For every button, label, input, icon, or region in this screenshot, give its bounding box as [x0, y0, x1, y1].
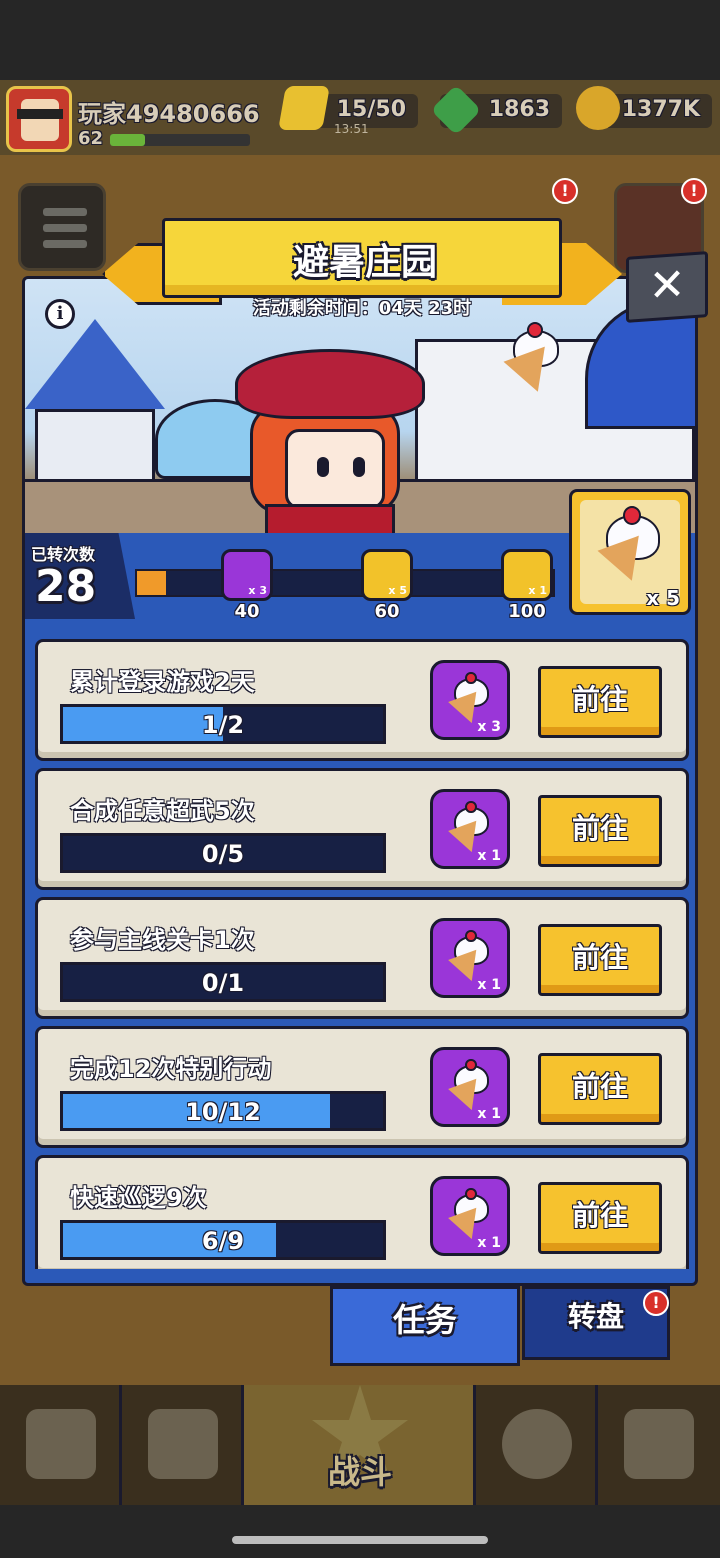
event-title: 避暑庄园	[292, 242, 437, 283]
task-go-button[interactable]: 前往	[538, 924, 662, 996]
lightning-icon	[278, 86, 330, 130]
player-name: 玩家49480666	[78, 100, 260, 128]
nav-battle[interactable]: 战斗	[244, 1385, 476, 1505]
nav-evolve[interactable]	[598, 1385, 720, 1505]
home-indicator	[232, 1536, 488, 1544]
ice-cream-currency-display[interactable]: x 5	[569, 489, 691, 615]
task-title: 快速巡逻9次	[70, 1184, 207, 1212]
task-reward[interactable]: x 1	[430, 918, 510, 998]
task-progress-bar: 6/9	[60, 1220, 386, 1260]
gem-value: 1863	[488, 97, 550, 122]
event-time-left: 活动剩余时间：04天 23时	[252, 298, 472, 319]
dna-icon	[624, 1409, 694, 1479]
gold-value: 1377K	[621, 97, 700, 122]
task-reward[interactable]: x 3	[430, 660, 510, 740]
task-card: 参与主线关卡1次 0/1 x 1 前往	[35, 897, 689, 1019]
task-card: 累计登录游戏2天 1/2 x 3 前往	[35, 639, 689, 761]
milestone-reward-key[interactable]: x 3	[221, 549, 273, 601]
task-progress-text: 0/1	[201, 969, 245, 997]
event-title-banner: 避暑庄园 活动剩余时间：04天 23时	[102, 218, 622, 328]
milestone-value: 100	[508, 601, 546, 622]
ice-cream-icon	[495, 319, 575, 399]
task-card: 合成任意超武5次 0/5 x 1 前往	[35, 768, 689, 890]
task-reward[interactable]: x 1	[430, 789, 510, 869]
task-card: 完成12次特别行动 10/12 x 1 前往	[35, 1026, 689, 1148]
milestone-reward-chest[interactable]: x 1	[501, 549, 553, 601]
energy-value: 15/50	[336, 97, 406, 122]
globe-icon	[502, 1409, 572, 1479]
task-reward[interactable]: x 1	[430, 1176, 510, 1256]
task-progress-bar: 0/1	[60, 962, 386, 1002]
ice-cream-icon	[586, 502, 678, 598]
spin-count-panel: 已转次数 28	[25, 533, 135, 619]
menu-button[interactable]	[18, 183, 106, 271]
milestone-progress-bar	[135, 569, 555, 597]
nav-shop[interactable]	[0, 1385, 122, 1505]
task-reward-count: x 1	[477, 977, 501, 993]
coin-icon	[576, 86, 620, 130]
energy-timer: 13:51	[334, 122, 369, 136]
nav-talents[interactable]	[476, 1385, 598, 1505]
gold-counter[interactable]: 1377K	[576, 86, 712, 130]
shop-icon	[26, 1409, 96, 1479]
ice-cream-count: x 5	[646, 586, 680, 610]
gem-counter[interactable]: 1863	[430, 84, 562, 136]
task-title: 合成任意超武5次	[70, 797, 255, 825]
notification-badge: !	[681, 178, 707, 204]
task-go-button[interactable]: 前往	[538, 666, 662, 738]
task-progress-text: 6/9	[201, 1227, 245, 1255]
tab-tasks[interactable]: 任务	[330, 1286, 520, 1366]
task-progress-bar: 10/12	[60, 1091, 386, 1131]
player-level: 62	[78, 128, 104, 149]
task-list[interactable]: 累计登录游戏2天 1/2 x 3 前往 合成任意超武5次 0/5 x 1 前往 …	[35, 639, 689, 1269]
task-reward-count: x 1	[477, 848, 501, 864]
task-reward-count: x 1	[477, 1106, 501, 1122]
hero-character	[225, 349, 425, 533]
close-button[interactable]: ✕	[626, 251, 708, 323]
milestone-value: 60	[374, 601, 400, 622]
task-progress-text: 0/5	[201, 840, 245, 868]
info-icon[interactable]: i	[45, 299, 75, 329]
task-progress-text: 1/2	[201, 711, 245, 739]
task-title: 累计登录游戏2天	[70, 668, 255, 696]
task-title: 参与主线关卡1次	[70, 926, 255, 954]
shield-icon	[148, 1409, 218, 1479]
nav-equipment[interactable]	[122, 1385, 244, 1505]
status-bar	[0, 0, 720, 80]
milestone-reward-star[interactable]: x 5	[361, 549, 413, 601]
task-progress-bar: 1/2	[60, 704, 386, 744]
bottom-nav: 战斗	[0, 1385, 720, 1505]
event-modal: i 已转次数 28 x 3 40 x 5 60 x 1 100 x 5 累计登录…	[22, 276, 698, 1286]
task-progress-bar: 0/5	[60, 833, 386, 873]
task-go-button[interactable]: 前往	[538, 1053, 662, 1125]
task-reward-count: x 3	[477, 719, 501, 735]
player-avatar[interactable]	[6, 86, 72, 152]
task-go-button[interactable]: 前往	[538, 1182, 662, 1254]
notification-badge: !	[643, 1290, 669, 1316]
nav-battle-label: 战斗	[327, 1453, 392, 1491]
task-progress-text: 10/12	[185, 1098, 261, 1126]
player-bar: 玩家49480666 62 15/50 13:51 1863 1377K	[0, 80, 720, 155]
task-reward[interactable]: x 1	[430, 1047, 510, 1127]
task-reward-count: x 1	[477, 1235, 501, 1251]
task-title: 完成12次特别行动	[70, 1055, 272, 1083]
exp-bar	[110, 134, 250, 146]
task-card: 快速巡逻9次 6/9 x 1 前往	[35, 1155, 689, 1269]
gem-icon	[430, 84, 482, 136]
spin-count-value: 28	[35, 561, 97, 612]
milestone-value: 40	[234, 601, 260, 622]
home-area	[0, 1505, 720, 1558]
task-go-button[interactable]: 前往	[538, 795, 662, 867]
notification-badge: !	[552, 178, 578, 204]
